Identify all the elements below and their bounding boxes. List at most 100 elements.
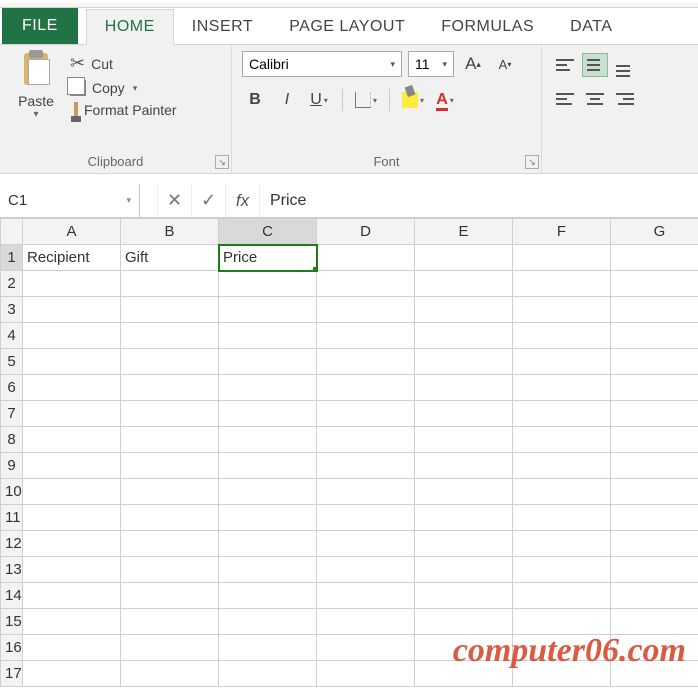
cell-D10[interactable] bbox=[317, 479, 415, 505]
cell-A7[interactable] bbox=[23, 401, 121, 427]
column-header-A[interactable]: A bbox=[23, 219, 121, 245]
cell-F13[interactable] bbox=[513, 557, 611, 583]
cancel-entry-button[interactable]: ✕ bbox=[158, 184, 192, 217]
tab-formulas[interactable]: FORMULAS bbox=[423, 10, 552, 44]
cell-C7[interactable] bbox=[219, 401, 317, 427]
font-name-dropdown[interactable]: Calibri ▾ bbox=[242, 51, 402, 77]
formula-bar-input[interactable]: Price bbox=[260, 184, 698, 217]
row-header-12[interactable]: 12 bbox=[1, 531, 23, 557]
cell-F7[interactable] bbox=[513, 401, 611, 427]
cell-G4[interactable] bbox=[611, 323, 698, 349]
paste-button[interactable]: Paste ▾ bbox=[10, 51, 62, 152]
cell-B1[interactable]: Gift bbox=[121, 245, 219, 271]
cell-A13[interactable] bbox=[23, 557, 121, 583]
row-header-10[interactable]: 10 bbox=[1, 479, 23, 505]
clipboard-launcher[interactable]: ↘ bbox=[215, 155, 229, 169]
row-header-14[interactable]: 14 bbox=[1, 583, 23, 609]
cell-E2[interactable] bbox=[415, 271, 513, 297]
cell-G15[interactable] bbox=[611, 609, 698, 635]
column-header-E[interactable]: E bbox=[415, 219, 513, 245]
row-header-15[interactable]: 15 bbox=[1, 609, 23, 635]
cell-F14[interactable] bbox=[513, 583, 611, 609]
cell-A3[interactable] bbox=[23, 297, 121, 323]
cell-E12[interactable] bbox=[415, 531, 513, 557]
paste-dropdown-arrow[interactable]: ▾ bbox=[33, 109, 38, 120]
select-all-corner[interactable] bbox=[1, 219, 23, 245]
column-header-D[interactable]: D bbox=[317, 219, 415, 245]
cut-button[interactable]: ✂ Cut bbox=[70, 53, 177, 74]
increase-font-button[interactable]: A▴ bbox=[460, 52, 486, 76]
cell-F9[interactable] bbox=[513, 453, 611, 479]
font-launcher[interactable]: ↘ bbox=[525, 155, 539, 169]
row-header-3[interactable]: 3 bbox=[1, 297, 23, 323]
cell-F11[interactable] bbox=[513, 505, 611, 531]
align-right-button[interactable] bbox=[612, 87, 638, 111]
cell-G8[interactable] bbox=[611, 427, 698, 453]
cell-F5[interactable] bbox=[513, 349, 611, 375]
cell-C6[interactable] bbox=[219, 375, 317, 401]
cell-C8[interactable] bbox=[219, 427, 317, 453]
cell-D12[interactable] bbox=[317, 531, 415, 557]
cell-B14[interactable] bbox=[121, 583, 219, 609]
row-header-2[interactable]: 2 bbox=[1, 271, 23, 297]
cell-B3[interactable] bbox=[121, 297, 219, 323]
cell-C13[interactable] bbox=[219, 557, 317, 583]
cell-A5[interactable] bbox=[23, 349, 121, 375]
cell-E11[interactable] bbox=[415, 505, 513, 531]
cell-B8[interactable] bbox=[121, 427, 219, 453]
cell-C11[interactable] bbox=[219, 505, 317, 531]
cell-A16[interactable] bbox=[23, 635, 121, 661]
cell-E8[interactable] bbox=[415, 427, 513, 453]
row-header-7[interactable]: 7 bbox=[1, 401, 23, 427]
tab-home[interactable]: HOME bbox=[86, 9, 174, 45]
cell-A10[interactable] bbox=[23, 479, 121, 505]
cell-D7[interactable] bbox=[317, 401, 415, 427]
cell-E5[interactable] bbox=[415, 349, 513, 375]
cell-G11[interactable] bbox=[611, 505, 698, 531]
cell-E3[interactable] bbox=[415, 297, 513, 323]
cell-E6[interactable] bbox=[415, 375, 513, 401]
worksheet-grid[interactable]: ABCDEFG1RecipientGiftPrice23456789101112… bbox=[0, 218, 698, 687]
cell-B2[interactable] bbox=[121, 271, 219, 297]
cell-D8[interactable] bbox=[317, 427, 415, 453]
tab-insert[interactable]: INSERT bbox=[174, 10, 271, 44]
cell-A2[interactable] bbox=[23, 271, 121, 297]
cell-D3[interactable] bbox=[317, 297, 415, 323]
cell-G9[interactable] bbox=[611, 453, 698, 479]
cell-G6[interactable] bbox=[611, 375, 698, 401]
cell-C2[interactable] bbox=[219, 271, 317, 297]
cell-B9[interactable] bbox=[121, 453, 219, 479]
cell-F8[interactable] bbox=[513, 427, 611, 453]
cell-A15[interactable] bbox=[23, 609, 121, 635]
row-header-1[interactable]: 1 bbox=[1, 245, 23, 271]
cell-B13[interactable] bbox=[121, 557, 219, 583]
cell-E14[interactable] bbox=[415, 583, 513, 609]
italic-button[interactable]: I bbox=[274, 87, 300, 113]
cell-G10[interactable] bbox=[611, 479, 698, 505]
align-middle-button[interactable] bbox=[582, 53, 608, 77]
row-header-13[interactable]: 13 bbox=[1, 557, 23, 583]
cell-B11[interactable] bbox=[121, 505, 219, 531]
cell-G12[interactable] bbox=[611, 531, 698, 557]
cell-F4[interactable] bbox=[513, 323, 611, 349]
cell-C9[interactable] bbox=[219, 453, 317, 479]
cell-G3[interactable] bbox=[611, 297, 698, 323]
cell-G14[interactable] bbox=[611, 583, 698, 609]
cell-A17[interactable] bbox=[23, 661, 121, 687]
cell-G1[interactable] bbox=[611, 245, 698, 271]
cell-B5[interactable] bbox=[121, 349, 219, 375]
cell-C10[interactable] bbox=[219, 479, 317, 505]
align-top-button[interactable] bbox=[552, 53, 578, 77]
cell-D1[interactable] bbox=[317, 245, 415, 271]
cell-D6[interactable] bbox=[317, 375, 415, 401]
cell-A12[interactable] bbox=[23, 531, 121, 557]
cell-E13[interactable] bbox=[415, 557, 513, 583]
tab-file[interactable]: FILE bbox=[2, 8, 78, 44]
align-bottom-button[interactable] bbox=[612, 53, 638, 77]
cell-A8[interactable] bbox=[23, 427, 121, 453]
bold-button[interactable]: B bbox=[242, 87, 268, 113]
cell-D4[interactable] bbox=[317, 323, 415, 349]
cell-C3[interactable] bbox=[219, 297, 317, 323]
cell-G2[interactable] bbox=[611, 271, 698, 297]
cell-B12[interactable] bbox=[121, 531, 219, 557]
